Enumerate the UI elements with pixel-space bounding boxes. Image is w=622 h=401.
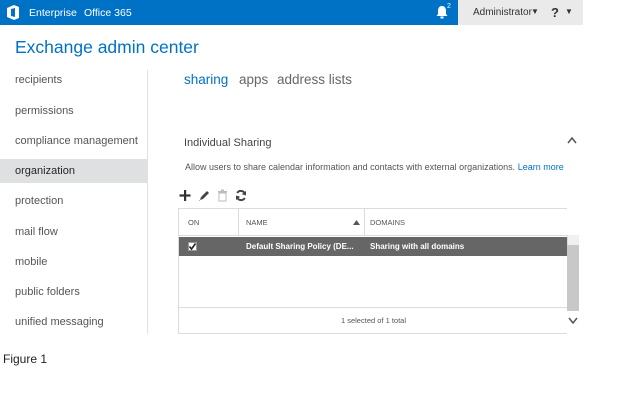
- learn-more-link[interactable]: Learn more: [518, 162, 564, 172]
- table-row[interactable]: Default Sharing Policy (DE... Sharing wi…: [179, 237, 568, 256]
- row-enabled-checkbox[interactable]: [188, 242, 197, 251]
- sort-ascending-icon[interactable]: [353, 220, 360, 225]
- tab-apps[interactable]: apps: [239, 72, 268, 87]
- column-separator: [364, 209, 365, 236]
- edit-icon[interactable]: [198, 189, 210, 202]
- notification-count: 2: [447, 3, 451, 10]
- nav-item-unified-messaging[interactable]: unified messaging: [0, 310, 147, 334]
- nav-item-permissions[interactable]: permissions: [0, 99, 147, 123]
- nav-item-protection[interactable]: protection: [0, 189, 147, 213]
- nav-item-recipients[interactable]: recipients: [0, 68, 147, 92]
- collapse-chevron-icon[interactable]: [567, 136, 577, 144]
- grid-header: ON NAME DOMAINS: [179, 209, 568, 236]
- selection-status: 1 selected of 1 total: [340, 316, 407, 325]
- section-title: Individual Sharing: [184, 137, 272, 149]
- tab-sharing[interactable]: sharing: [184, 72, 228, 87]
- nav-item-mail-flow[interactable]: mail flow: [0, 220, 147, 244]
- nav-item-organization[interactable]: organization: [0, 159, 147, 183]
- description-text: Allow users to share calendar informatio…: [185, 162, 516, 172]
- checkmark-icon: [188, 243, 197, 251]
- figure-caption: Figure 1: [3, 352, 48, 366]
- help-menu-caret-icon[interactable]: ▼: [565, 7, 573, 16]
- refresh-icon[interactable]: [235, 189, 247, 202]
- column-on[interactable]: ON: [188, 209, 199, 236]
- add-icon[interactable]: [179, 189, 191, 202]
- office365-link[interactable]: Office 365: [84, 7, 132, 19]
- section-description: Allow users to share calendar informatio…: [185, 162, 564, 172]
- tab-address-lists[interactable]: address lists: [277, 72, 352, 87]
- nav-item-compliance-management[interactable]: compliance management: [0, 129, 147, 153]
- scroll-down-chevron-icon[interactable]: [568, 317, 578, 324]
- grid-scrollbar-thumb[interactable]: [567, 245, 579, 311]
- office-logo-icon[interactable]: [6, 5, 20, 20]
- user-menu-caret-icon[interactable]: ▼: [531, 7, 539, 16]
- nav-item-public-folders[interactable]: public folders: [0, 280, 147, 304]
- column-name[interactable]: NAME: [246, 209, 268, 236]
- column-separator: [238, 209, 239, 236]
- sharing-policies-grid: ON NAME DOMAINS Default Sharing Policy (…: [178, 208, 568, 334]
- enterprise-link[interactable]: Enterprise: [29, 7, 77, 19]
- column-domains[interactable]: DOMAINS: [370, 209, 405, 236]
- row-domains-cell: Sharing with all domains: [370, 242, 465, 251]
- nav-divider: [147, 70, 148, 334]
- nav-item-mobile[interactable]: mobile: [0, 250, 147, 274]
- grid-footer-divider: [179, 307, 568, 308]
- app-title: Exchange admin center: [15, 37, 199, 57]
- user-menu[interactable]: Administrator: [473, 7, 532, 18]
- delete-icon[interactable]: [217, 189, 228, 202]
- help-menu[interactable]: ?: [551, 5, 559, 20]
- row-name-cell: Default Sharing Policy (DE...: [246, 242, 354, 251]
